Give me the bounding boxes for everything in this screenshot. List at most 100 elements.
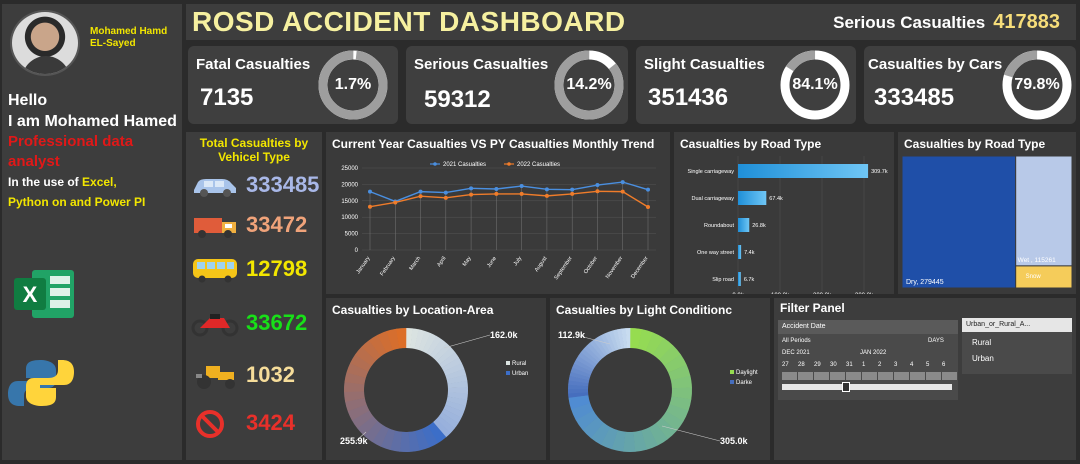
donut-slice-segment: [414, 329, 425, 351]
donut-chart-svg: 305.0k Daylight 112.9k Darke: [558, 328, 758, 452]
vehicle-row: 33672: [186, 304, 322, 344]
y-tick-label: 0: [355, 248, 359, 254]
data-label: 112.9k: [558, 330, 586, 340]
donut-slice-segment: [410, 328, 419, 349]
donut-slice-segment: [575, 410, 599, 430]
donut-slice-segment: [569, 371, 590, 381]
day-label: 1: [862, 362, 866, 368]
donut-slice-segment: [637, 329, 654, 352]
donut-slice-segment: [669, 395, 692, 411]
data-point: [595, 189, 600, 194]
donut-slice-segment: [629, 328, 643, 349]
donut-slice-segment: [596, 335, 611, 355]
day-cell[interactable]: [878, 372, 893, 380]
y-tick-label: 10000: [341, 215, 358, 221]
donut-slice-segment: [439, 352, 459, 369]
urban-rural-slicer[interactable]: Urban_or_Rural_A... Rural Urban: [962, 318, 1072, 374]
urban-option-rural[interactable]: Rural: [972, 338, 991, 347]
vehicle-row: 1032: [186, 356, 322, 396]
day-cell[interactable]: [910, 372, 925, 380]
data-point: [595, 183, 600, 188]
donut-slice-segment: [670, 375, 692, 389]
donut-slice-segment: [604, 331, 616, 352]
donut-slice-segment: [568, 375, 590, 384]
donut-slice-segment: [396, 328, 407, 349]
data-label: 162.0k: [490, 330, 519, 340]
day-cell[interactable]: [846, 372, 861, 380]
date-slider-handle[interactable]: [842, 382, 850, 392]
data-point: [393, 200, 398, 205]
chart-title: Casualties by Road Type: [680, 137, 822, 151]
day-cell[interactable]: [926, 372, 941, 380]
donut-slice-segment: [414, 428, 430, 451]
x-tick-label: July: [513, 256, 524, 268]
donut-slice-segment: [371, 424, 390, 447]
kpi-card-slight: Slight Casualties 351436 84.1%: [636, 46, 856, 124]
donut-slice-segment: [355, 346, 377, 367]
day-label: 5: [926, 362, 930, 368]
excel-icon: X: [14, 270, 74, 318]
donut-slice-segment: [586, 342, 603, 361]
donut-slice-segment: [573, 359, 594, 373]
treemap-tile-wet: [1015, 155, 1073, 267]
vehicle-value: 33672: [246, 310, 308, 335]
donut-slice-segment: [608, 330, 619, 351]
day-cell[interactable]: [830, 372, 845, 380]
donut-slice-segment: [380, 428, 396, 450]
donut-slice-segment: [611, 430, 626, 452]
days-dropdown[interactable]: DAYS: [928, 338, 944, 344]
chart-title: Casualties by Road Type: [904, 137, 1046, 151]
day-cell[interactable]: [798, 372, 813, 380]
data-point: [646, 205, 650, 210]
series-line: [369, 190, 649, 208]
donut-slice-segment: [421, 425, 439, 448]
donut-slice-segment: [426, 335, 442, 356]
x-tick-label: September: [553, 256, 573, 282]
treemap-svg: Dry, 279445 Wet , 115261 Snow: [901, 155, 1073, 289]
light-condition-donut: Casualties by Light Conditionc 305.0k Day…: [550, 298, 770, 460]
kpi-label: Slight Casualties: [644, 56, 765, 73]
day-label: 30: [830, 362, 837, 368]
donut-slice-segment: [664, 354, 687, 374]
x-tick-label: December: [630, 256, 650, 280]
kpi-percent: 79.8%: [1014, 76, 1060, 93]
donut-slice-segment: [377, 331, 394, 353]
day-cell[interactable]: [862, 372, 877, 380]
data-point: [469, 186, 474, 191]
kpi-card-fatal: Fatal Casualties 7135 1.7%: [188, 46, 398, 124]
tile-label: Wet , 115261: [1018, 257, 1056, 264]
donut-slice-segment: [633, 430, 647, 452]
category-label: Slip road: [712, 277, 734, 283]
day-cell[interactable]: [942, 372, 957, 380]
kpi-card-serious: Serious Casualties 59312 14.2%: [406, 46, 628, 124]
data-point: [443, 195, 448, 200]
prohibited-icon: [196, 410, 224, 438]
donut-slice-segment: [441, 408, 462, 424]
donut-slice-segment: [429, 339, 447, 359]
donut-slice-segment: [655, 417, 677, 440]
x-tick-label: May: [462, 256, 473, 268]
donut-slice-segment: [438, 412, 459, 429]
data-point: [469, 192, 474, 197]
donut-slice-segment: [433, 342, 452, 362]
day-cell[interactable]: [894, 372, 909, 380]
all-periods-label: All Periods: [782, 338, 811, 344]
bar-chart-svg: 0.0k 100.0k 200.0k 300.0k Single carriageway…: [688, 156, 888, 294]
vehicle-type-panel: Total Casualties by Vehicel Type 333485 …: [186, 132, 322, 460]
title-bar: ROSD ACCIDENT DASHBOARD Serious Casualti…: [186, 4, 1076, 40]
legend-marker: [433, 162, 437, 166]
vehicle-value: 3424: [246, 410, 295, 435]
day-cell[interactable]: [814, 372, 829, 380]
day-label: 31: [846, 362, 853, 368]
date-range-slider[interactable]: [782, 384, 952, 390]
donut-slice-segment: [658, 345, 681, 367]
donut-slice-segment: [652, 337, 674, 360]
day-label: 6: [942, 362, 946, 368]
page-title: ROSD ACCIDENT DASHBOARD: [192, 6, 626, 37]
donut-slice-segment: [447, 380, 468, 389]
date-slicer-header: Accident Date: [778, 320, 958, 334]
date-slicer[interactable]: Accident Date All Periods DAYS DEC 2021 …: [778, 320, 958, 400]
day-label: 29: [814, 362, 821, 368]
day-cell[interactable]: [782, 372, 797, 380]
urban-option-urban[interactable]: Urban: [972, 354, 994, 363]
